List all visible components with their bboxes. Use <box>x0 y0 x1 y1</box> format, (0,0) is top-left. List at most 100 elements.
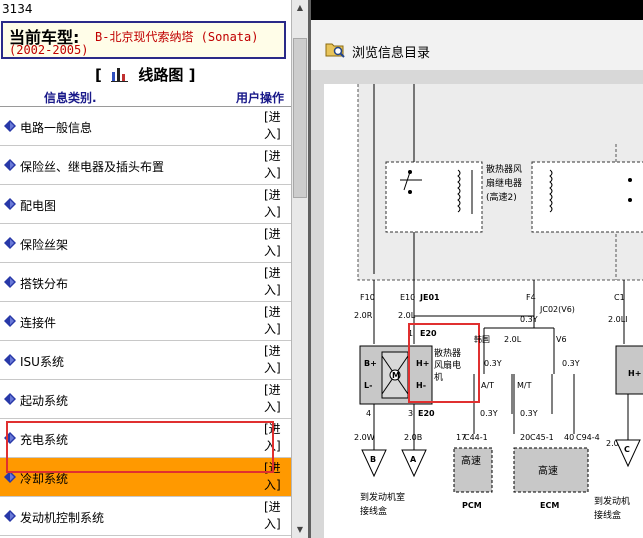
fan-label-3: 机 <box>434 371 443 383</box>
category-row[interactable]: 充电系统 [进入] <box>0 419 291 458</box>
enter-link-line-2[interactable]: 入] <box>264 127 281 141</box>
enter-link[interactable]: [进入] <box>264 148 284 182</box>
pcm-label: PCM <box>462 501 482 510</box>
label-03y-c: 0.3Y <box>562 359 580 368</box>
category-label[interactable]: 保险丝、继电器及插头布置 <box>20 158 164 175</box>
enter-link-line-2[interactable]: 入] <box>264 361 281 375</box>
label-v6: V6 <box>556 335 567 344</box>
enter-link-line-2[interactable]: 入] <box>264 244 281 258</box>
label-p17: 17 <box>456 433 466 442</box>
category-label[interactable]: 发动机控制系统 <box>20 509 104 526</box>
enter-link-line-1[interactable]: [进 <box>264 344 281 358</box>
ecm-high-label: 高速 <box>538 464 558 477</box>
browse-directory-label[interactable]: 浏览信息目录 <box>352 42 430 61</box>
enter-link[interactable]: [进入] <box>264 187 284 221</box>
section-title-text: 线路图 <box>138 66 184 84</box>
category-row[interactable]: 连接件 [进入] <box>0 302 291 341</box>
enter-link-line-1[interactable]: [进 <box>264 149 281 163</box>
scroll-down-arrow-icon[interactable]: ▼ <box>292 522 308 538</box>
enter-link-line-1[interactable]: [进 <box>264 461 281 475</box>
category-label[interactable]: 电路一般信息 <box>20 119 92 136</box>
scroll-thumb[interactable] <box>293 38 307 198</box>
label-e20-top: E20 <box>420 329 437 338</box>
blue-diamond-icon <box>4 276 16 288</box>
wiring-diagram-icon <box>111 66 129 86</box>
enter-link-line-2[interactable]: 入] <box>264 166 281 180</box>
connector-c-label: C <box>624 445 630 454</box>
label-03y-a: 0.3Y <box>520 315 538 324</box>
label-20w: 2.0W <box>354 433 375 442</box>
blue-diamond-icon <box>4 393 16 405</box>
category-row[interactable]: 电路一般信息 [进入] <box>0 107 291 146</box>
enter-link[interactable]: [进入] <box>264 460 284 494</box>
category-row[interactable]: ISU系统 [进入] <box>0 341 291 380</box>
category-label[interactable]: 起动系统 <box>20 392 68 409</box>
enter-link-line-1[interactable]: [进 <box>264 305 281 319</box>
label-20li: 2.0LI <box>608 315 628 324</box>
category-row[interactable]: 冷却系统 [进入] <box>0 458 291 497</box>
enter-link-line-2[interactable]: 入] <box>264 478 281 492</box>
relay-label-1: 散热器风 <box>486 163 522 175</box>
relay-label-3: (高速2) <box>486 191 517 203</box>
dest-label-4: 接线盒 <box>594 509 621 521</box>
enter-link-line-1[interactable]: [进 <box>264 110 281 124</box>
category-label[interactable]: 充电系统 <box>20 431 68 448</box>
enter-link[interactable]: [进入] <box>264 343 284 377</box>
blue-diamond-icon <box>4 159 16 171</box>
label-f4: F4 <box>526 293 536 302</box>
enter-link-line-1[interactable]: [进 <box>264 383 281 397</box>
label-c45: C45-1 <box>530 433 554 442</box>
enter-link-line-2[interactable]: 入] <box>264 322 281 336</box>
category-row[interactable]: 保险丝、继电器及插头布置 [进入] <box>0 146 291 185</box>
category-row[interactable]: 起动系统 [进入] <box>0 380 291 419</box>
category-row[interactable]: 保险丝架 [进入] <box>0 224 291 263</box>
relay-label-2: 扇继电器 <box>486 177 522 189</box>
current-model-box: 当前车型: B-北京现代索纳塔 (Sonata) (2002-2005) <box>1 21 286 59</box>
scroll-up-arrow-icon[interactable]: ▲ <box>292 0 308 16</box>
enter-link[interactable]: [进入] <box>264 265 284 299</box>
left-panel: 3134 当前车型: B-北京现代索纳塔 (Sonata) (2002-2005… <box>0 0 291 538</box>
category-label[interactable]: 配电图 <box>20 197 56 214</box>
label-je01: JE01 <box>419 293 440 302</box>
category-row[interactable]: 配电图 [进入] <box>0 185 291 224</box>
label-20l-b: 2.0L <box>504 335 522 344</box>
enter-link-line-1[interactable]: [进 <box>264 227 281 241</box>
category-label[interactable]: 搭铁分布 <box>20 275 68 292</box>
enter-link[interactable]: [进入] <box>264 226 284 260</box>
enter-link[interactable]: [进入] <box>264 109 284 143</box>
folder-browse-icon[interactable] <box>325 40 345 61</box>
motor-hplus-1: H+ <box>416 359 429 368</box>
enter-link[interactable]: [进入] <box>264 304 284 338</box>
enter-link[interactable]: [进入] <box>264 382 284 416</box>
enter-link-line-2[interactable]: 入] <box>264 205 281 219</box>
blue-diamond-icon <box>4 237 16 249</box>
enter-link-line-2[interactable]: 入] <box>264 400 281 414</box>
label-f10: F10 <box>360 293 375 302</box>
blue-diamond-icon <box>4 198 16 210</box>
category-label[interactable]: 保险丝架 <box>20 236 68 253</box>
category-row[interactable]: 发动机控制系统 [进入] <box>0 497 291 536</box>
blue-diamond-icon <box>4 432 16 444</box>
enter-link-line-2[interactable]: 入] <box>264 517 281 531</box>
label-20b: 2.0B <box>404 433 422 442</box>
enter-link-line-1[interactable]: [进 <box>264 500 281 514</box>
left-vertical-scrollbar[interactable]: ▲ ▼ <box>291 0 308 538</box>
enter-link-line-2[interactable]: 入] <box>264 283 281 297</box>
category-label[interactable]: 连接件 <box>20 314 56 331</box>
section-title-close: ] <box>188 66 196 84</box>
pcm-high-label: 高速 <box>461 454 481 467</box>
enter-link-line-1[interactable]: [进 <box>264 188 281 202</box>
section-title-open: [ <box>95 66 102 84</box>
fan-label-1: 散热器 <box>434 347 461 359</box>
enter-link-line-2[interactable]: 入] <box>264 439 281 453</box>
enter-link-line-1[interactable]: [进 <box>264 266 281 280</box>
enter-link[interactable]: [进入] <box>264 499 284 533</box>
enter-link-line-1[interactable]: [进 <box>264 422 281 436</box>
dest-label-3: 到发动机 <box>594 495 630 507</box>
model-name: B-北京现代索纳塔 (Sonata) <box>95 30 259 44</box>
category-label[interactable]: 冷却系统 <box>20 470 68 487</box>
motor-m-label: M <box>392 371 400 380</box>
enter-link[interactable]: [进入] <box>264 421 284 455</box>
category-label[interactable]: ISU系统 <box>20 353 64 370</box>
category-row[interactable]: 搭铁分布 [进入] <box>0 263 291 302</box>
